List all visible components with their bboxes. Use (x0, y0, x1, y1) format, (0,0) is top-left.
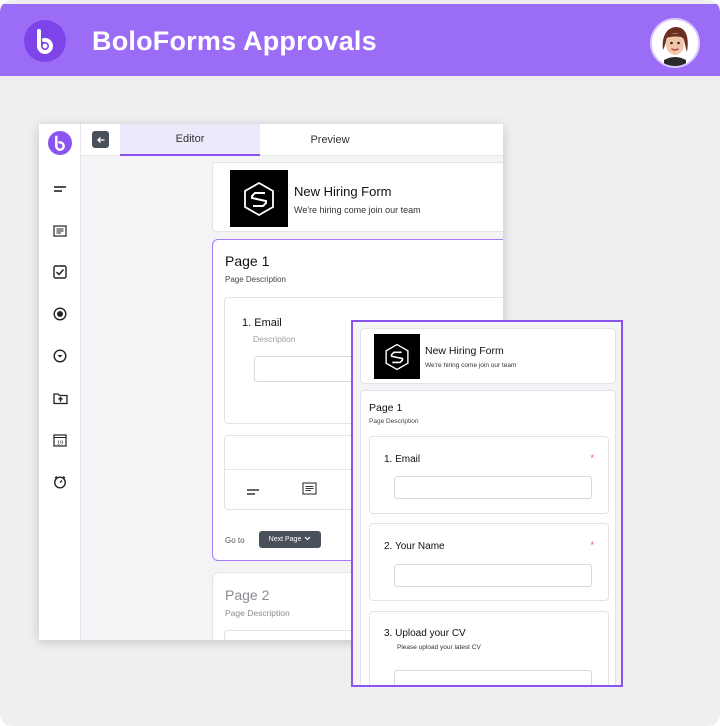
header-bar: BoloForms Approvals (0, 4, 720, 76)
question-label: 3. Upload your CV (384, 628, 466, 639)
checkbox-icon[interactable] (51, 263, 69, 281)
next-page-select[interactable]: Next Page (259, 531, 321, 548)
tab-editor[interactable]: Editor (120, 124, 260, 156)
paragraph-icon[interactable] (51, 222, 69, 240)
file-upload-icon[interactable] (51, 389, 69, 407)
form-description: We're hiring come join our team (425, 362, 517, 369)
radio-icon[interactable] (51, 305, 69, 323)
form-title: New Hiring Form (425, 345, 504, 357)
tab-preview[interactable]: Preview (260, 124, 400, 156)
cv-upload-input[interactable] (394, 670, 592, 685)
question-label: 1. Email (384, 454, 421, 465)
page-description: Page Description (225, 275, 286, 284)
required-marker: * (590, 540, 594, 550)
field-label: 1. Email (242, 317, 282, 329)
dropdown-icon[interactable] (51, 347, 69, 365)
time-icon[interactable] (51, 473, 69, 491)
sidebar: 19 (39, 124, 81, 640)
email-input[interactable] (394, 476, 592, 499)
page-title: Page 1 (225, 253, 270, 269)
page-title: Page 1 (369, 402, 403, 414)
date-icon[interactable]: 19 (51, 431, 69, 449)
form-header-card: New Hiring Form We're hiring come join o… (360, 328, 616, 384)
app-title: BoloForms Approvals (92, 26, 377, 56)
editor-tabs: Editor Preview (81, 124, 503, 156)
form-logo (230, 170, 288, 227)
form-description: We're hiring come join our team (294, 205, 421, 215)
short-text-icon[interactable] (246, 484, 260, 502)
b-logo-icon (24, 20, 66, 62)
name-input[interactable] (394, 564, 592, 587)
form-preview-window: New Hiring Form We're hiring come join o… (351, 320, 623, 687)
cv-upload-question: 3. Upload your CV Please upload your lat… (369, 611, 609, 685)
field-description: Description (253, 334, 296, 344)
user-avatar[interactable] (650, 18, 700, 68)
back-button[interactable] (92, 131, 109, 148)
name-question: 2. Your Name * (369, 523, 609, 601)
page-description: Page Description (369, 418, 419, 425)
app-frame: BoloForms Approvals 19 Editor Preview Ne… (0, 0, 720, 726)
page-description: Page Description (225, 608, 290, 618)
required-marker: * (590, 453, 594, 463)
question-label: 2. Your Name (384, 541, 445, 552)
form-header-card: New Hiring Form We're hiring come join o… (212, 162, 503, 232)
short-text-icon[interactable] (51, 180, 69, 198)
form-title: New Hiring Form (294, 184, 392, 199)
form-logo (374, 334, 420, 379)
svg-text:19: 19 (57, 440, 63, 446)
paragraph-icon[interactable] (302, 482, 317, 500)
email-question: 1. Email * (369, 436, 609, 514)
next-page-label: Next Page (268, 536, 302, 543)
chevron-down-icon (304, 536, 311, 543)
b-logo-icon[interactable] (48, 131, 72, 155)
page-title: Page 2 (225, 587, 270, 603)
question-help: Please upload your latest CV (397, 644, 481, 651)
go-to-label: Go to (225, 536, 245, 545)
